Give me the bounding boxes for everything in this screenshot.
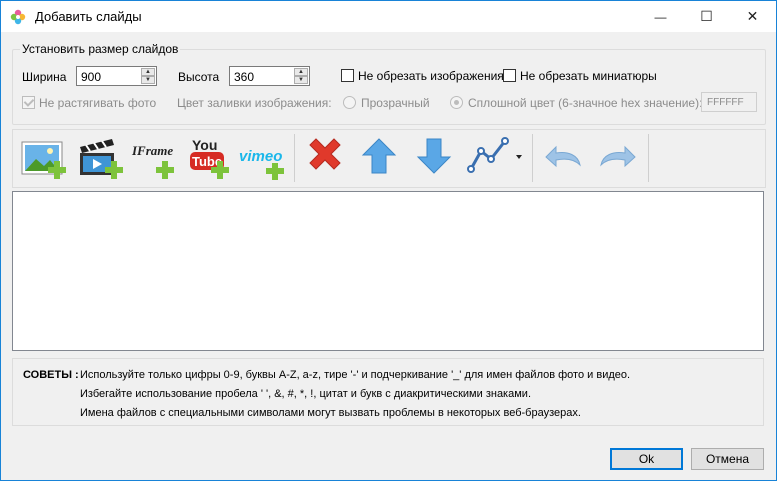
iframe-text: IFrame bbox=[131, 143, 173, 158]
toolbar-separator bbox=[532, 134, 533, 182]
add-iframe-button[interactable]: IFrame bbox=[129, 133, 179, 183]
hex-color-field[interactable]: FFFFFF bbox=[701, 92, 757, 112]
background-window-ghost bbox=[31, 1, 231, 7]
width-stepper[interactable]: 900 ▲ ▼ bbox=[76, 66, 157, 86]
solid-color-label[interactable]: Сплошной цвет (6-значное hex значение): bbox=[468, 96, 702, 110]
slide-list[interactable] bbox=[12, 191, 764, 351]
youtube-you-text: You bbox=[192, 137, 217, 153]
no-stretch-label[interactable]: Не растягивать фото bbox=[39, 96, 156, 110]
window-title: Добавить слайды bbox=[35, 9, 142, 24]
close-icon: ✕ bbox=[746, 8, 759, 24]
no-crop-thumbs-label[interactable]: Не обрезать миниатюры bbox=[520, 69, 657, 83]
add-video-button[interactable] bbox=[74, 133, 124, 183]
no-stretch-checkbox[interactable] bbox=[22, 96, 35, 109]
add-youtube-button[interactable]: You Tube bbox=[184, 133, 234, 183]
no-crop-thumbs-checkbox[interactable] bbox=[503, 69, 516, 82]
slide-size-group bbox=[12, 49, 766, 125]
move-up-button[interactable] bbox=[355, 133, 405, 183]
title-bar[interactable]: Добавить слайды — ☐ ✕ bbox=[1, 1, 776, 32]
solid-color-radio[interactable] bbox=[450, 96, 463, 109]
move-down-button[interactable] bbox=[410, 133, 460, 183]
tip-line: Имена файлов с специальными символами мо… bbox=[80, 407, 581, 419]
height-stepper-arrows[interactable]: ▲ ▼ bbox=[294, 68, 308, 84]
tip-line: Избегайте использование пробела ' ', &, … bbox=[80, 388, 531, 400]
tips-panel: СОВЕТЫ : Используйте только цифры 0-9, б… bbox=[12, 358, 764, 426]
height-value[interactable]: 360 bbox=[234, 70, 254, 84]
height-up-icon[interactable]: ▲ bbox=[294, 68, 308, 76]
no-crop-images-label[interactable]: Не обрезать изображения bbox=[358, 69, 504, 83]
transparent-radio[interactable] bbox=[343, 96, 356, 109]
tip-line: Используйте только цифры 0-9, буквы A-Z,… bbox=[80, 369, 631, 381]
undo-button[interactable] bbox=[538, 133, 588, 183]
toolbar-separator bbox=[648, 134, 649, 182]
vimeo-text: vimeo bbox=[239, 148, 282, 165]
add-image-button[interactable] bbox=[19, 133, 69, 183]
add-slides-dialog: Добавить слайды — ☐ ✕ Установить размер … bbox=[0, 0, 777, 481]
tips-heading: СОВЕТЫ : bbox=[23, 369, 79, 381]
ok-button[interactable]: Ok bbox=[610, 448, 683, 470]
width-label: Ширина bbox=[22, 70, 67, 84]
width-stepper-arrows[interactable]: ▲ ▼ bbox=[141, 68, 155, 84]
maximize-icon: ☐ bbox=[700, 8, 713, 24]
app-flower-icon bbox=[10, 9, 26, 25]
height-down-icon[interactable]: ▼ bbox=[294, 76, 308, 84]
close-button[interactable]: ✕ bbox=[730, 1, 775, 32]
delete-button[interactable] bbox=[300, 133, 350, 183]
slides-toolbar: IFrame You Tube vimeo bbox=[12, 129, 766, 188]
width-down-icon[interactable]: ▼ bbox=[141, 76, 155, 84]
cancel-button[interactable]: Отмена bbox=[691, 448, 764, 470]
minimize-icon: — bbox=[654, 9, 667, 24]
sort-dropdown-button[interactable] bbox=[465, 133, 527, 183]
slide-size-legend: Установить размер слайдов bbox=[20, 42, 181, 56]
width-value[interactable]: 900 bbox=[81, 70, 101, 84]
height-stepper[interactable]: 360 ▲ ▼ bbox=[229, 66, 310, 86]
no-crop-images-checkbox[interactable] bbox=[341, 69, 354, 82]
fill-color-label: Цвет заливки изображения: bbox=[177, 96, 332, 110]
hex-color-value[interactable]: FFFFFF bbox=[707, 97, 744, 108]
height-label: Высота bbox=[178, 70, 220, 84]
transparent-label[interactable]: Прозрачный bbox=[361, 96, 430, 110]
add-vimeo-button[interactable]: vimeo bbox=[239, 133, 289, 183]
redo-button[interactable] bbox=[593, 133, 643, 183]
minimize-button[interactable]: — bbox=[638, 1, 683, 32]
width-up-icon[interactable]: ▲ bbox=[141, 68, 155, 76]
toolbar-separator bbox=[294, 134, 295, 182]
maximize-button[interactable]: ☐ bbox=[684, 1, 729, 32]
